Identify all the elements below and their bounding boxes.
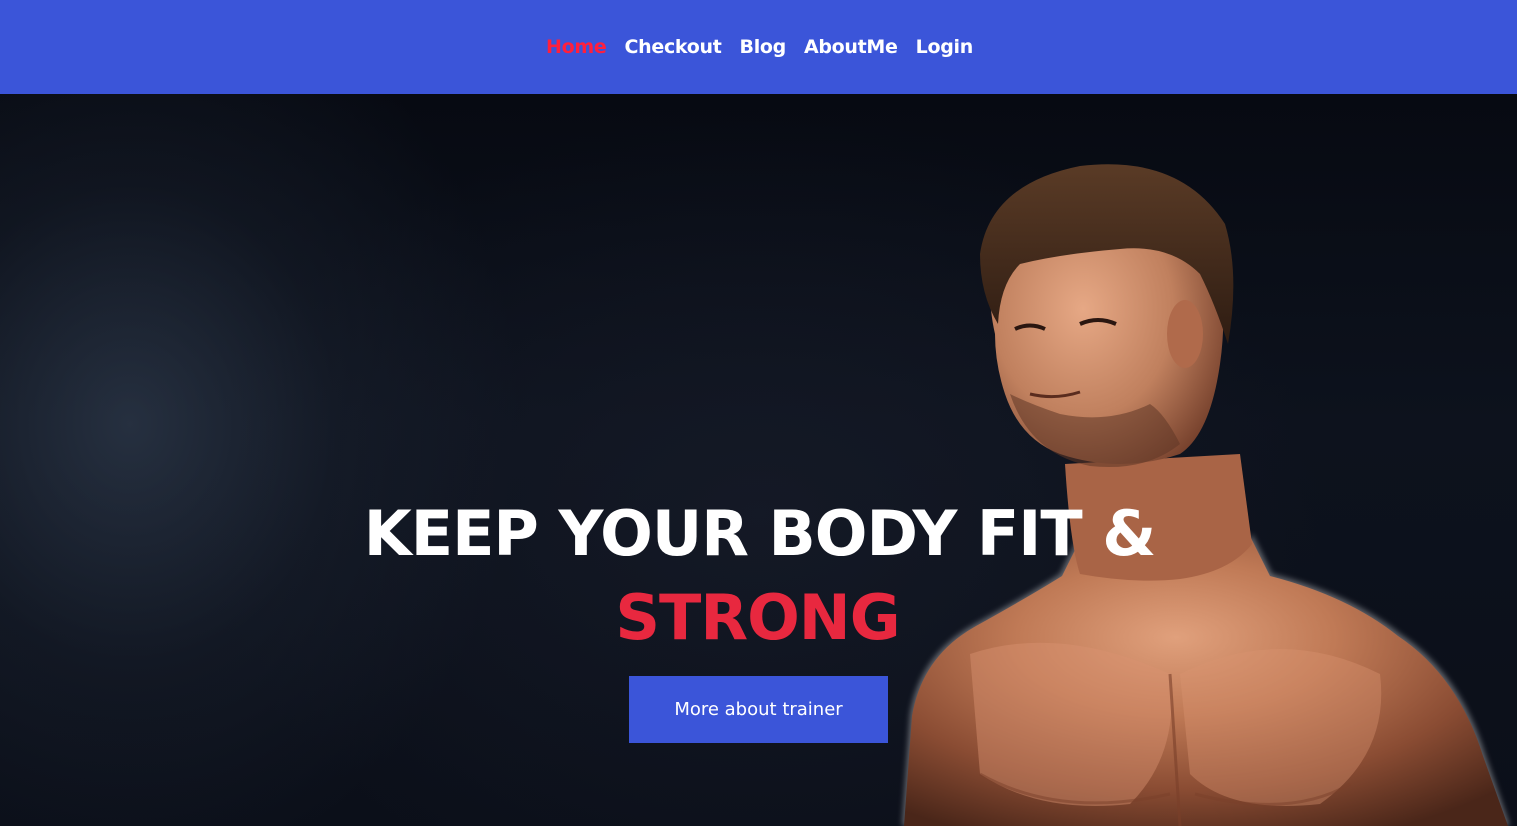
nav-link-checkout[interactable]: Checkout (625, 36, 722, 58)
nav-link-home[interactable]: Home (546, 36, 607, 58)
more-about-trainer-button[interactable]: More about trainer (629, 676, 888, 743)
landing-page: Home Checkout Blog AboutMe Login KEEP YO… (0, 0, 1517, 826)
hero-title-highlight: STRONG (615, 581, 900, 654)
nav-link-login[interactable]: Login (916, 36, 974, 58)
nav-link-aboutme[interactable]: AboutMe (804, 36, 898, 58)
hero-title-line1: KEEP YOUR BODY FIT & (363, 497, 1157, 570)
nav-link-blog[interactable]: Blog (740, 36, 787, 58)
top-navbar: Home Checkout Blog AboutMe Login (0, 0, 1517, 94)
hero-section: KEEP YOUR BODY FIT & STRONG More about t… (0, 94, 1517, 826)
hero-title: KEEP YOUR BODY FIT & STRONG (0, 492, 1517, 660)
trainer-photo (902, 164, 1510, 826)
